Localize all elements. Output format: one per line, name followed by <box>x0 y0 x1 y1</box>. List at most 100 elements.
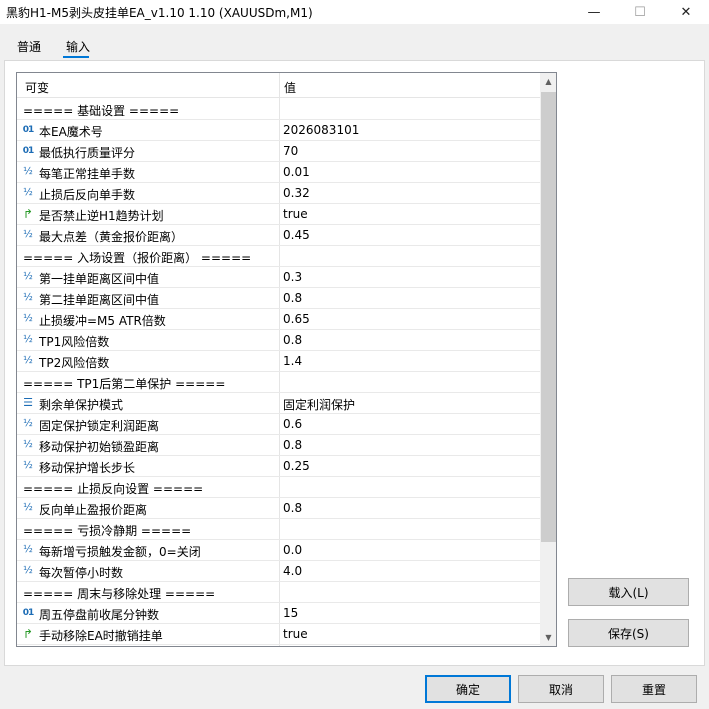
vertical-scrollbar[interactable]: ▲ ▼ <box>540 73 556 646</box>
double-type-icon: ½ <box>23 502 33 513</box>
table-row[interactable]: ½ 固定保护锁定利润距离 0.6 <box>17 414 540 435</box>
double-type-icon: ½ <box>23 166 33 177</box>
table-row[interactable]: ↱ 手动移除EA时撤销挂单 true <box>17 624 540 645</box>
table-row[interactable]: ½ 第一挂单距离区间中值 0.3 <box>17 267 540 288</box>
table-row[interactable]: ½ 每次暂停小时数 4.0 <box>17 561 540 582</box>
header-variable[interactable]: 可变 <box>25 79 49 96</box>
variable-value[interactable]: 0.3 <box>283 270 302 284</box>
boolean-type-icon: ↱ <box>22 207 34 221</box>
load-button[interactable]: 载入(L) <box>568 578 689 606</box>
section-row[interactable]: ===== 亏损冷静期 ===== <box>17 519 540 540</box>
variable-value[interactable]: 1.4 <box>283 354 302 368</box>
save-button[interactable]: 保存(S) <box>568 619 689 647</box>
maximize-icon[interactable]: ☐ <box>617 0 663 24</box>
variable-value[interactable]: 0.8 <box>283 438 302 452</box>
integer-type-icon: 01 <box>22 146 35 156</box>
table-row[interactable]: ½ 每笔正常挂单手数 0.01 <box>17 162 540 183</box>
variable-value[interactable]: 4.0 <box>283 564 302 578</box>
variable-value[interactable]: 0.45 <box>283 228 310 242</box>
cancel-button[interactable]: 取消 <box>518 675 604 703</box>
variable-name: 止损后反向单手数 <box>39 188 136 202</box>
scroll-up-icon[interactable]: ▲ <box>540 73 556 90</box>
variable-name: 固定保护锁定利润距离 <box>39 419 160 433</box>
variable-value[interactable]: 0.25 <box>283 459 310 473</box>
double-type-icon: ½ <box>23 439 33 450</box>
title-bar: 黑豹H1-M5剥头皮挂单EA_v1.10 1.10 (XAUUSDm,M1) —… <box>0 0 709 24</box>
variable-name: ===== 止损反向设置 ===== <box>23 482 204 496</box>
variable-name: 是否禁止逆H1趋势计划 <box>39 209 164 223</box>
table-row[interactable]: 01 最低执行质量评分 70 <box>17 141 540 162</box>
minimize-icon[interactable]: — <box>571 0 617 24</box>
variable-name: ===== 亏损冷静期 ===== <box>23 524 192 538</box>
variable-name: 最低执行质量评分 <box>39 146 136 160</box>
double-type-icon: ½ <box>23 187 33 198</box>
header-value[interactable]: 值 <box>284 79 296 96</box>
grid-rows: ===== 基础设置 ===== 01 本EA魔术号 2026083101 01 最低执行… <box>17 99 540 645</box>
variable-value[interactable]: 15 <box>283 606 298 620</box>
table-row[interactable]: ½ 反向单止盈报价距离 0.8 <box>17 498 540 519</box>
section-row[interactable]: ===== 止损反向设置 ===== <box>17 477 540 498</box>
variable-value[interactable]: true <box>283 207 308 221</box>
close-icon[interactable]: ✕ <box>663 0 709 24</box>
scroll-down-icon[interactable]: ▼ <box>540 629 556 646</box>
variable-value[interactable]: 0.0 <box>283 543 302 557</box>
variable-name: 每新增亏损触发金额，0=关闭 <box>39 545 201 559</box>
table-row[interactable]: ½ 第二挂单距离区间中值 0.8 <box>17 288 540 309</box>
scrollbar-thumb[interactable] <box>541 92 556 542</box>
tab-general[interactable]: 普通 <box>17 38 41 55</box>
variable-value[interactable]: 0.65 <box>283 312 310 326</box>
table-row[interactable]: ½ 移动保护增长步长 0.25 <box>17 456 540 477</box>
double-type-icon: ½ <box>23 292 33 303</box>
table-row[interactable]: ½ TP2风险倍数 1.4 <box>17 351 540 372</box>
table-row[interactable]: ½ 最大点差（黄金报价距离） 0.45 <box>17 225 540 246</box>
variable-value[interactable]: true <box>283 627 308 641</box>
table-row[interactable]: ½ 每新增亏损触发金额，0=关闭 0.0 <box>17 540 540 561</box>
boolean-type-icon: ↱ <box>22 627 34 641</box>
table-row[interactable]: ½ TP1风险倍数 0.8 <box>17 330 540 351</box>
variable-name: TP2风险倍数 <box>39 356 110 370</box>
ok-button[interactable]: 确定 <box>425 675 511 703</box>
table-row[interactable]: ½ 移动保护初始锁盈距离 0.8 <box>17 435 540 456</box>
double-type-icon: ½ <box>23 460 33 471</box>
variable-name: 每次暂停小时数 <box>39 566 124 580</box>
variable-value[interactable]: 2026083101 <box>283 123 359 137</box>
active-tab-indicator <box>63 56 89 58</box>
variable-value[interactable]: 0.8 <box>283 291 302 305</box>
tab-inputs[interactable]: 输入 <box>66 38 90 55</box>
double-type-icon: ½ <box>23 565 33 576</box>
variable-value[interactable]: 0.8 <box>283 501 302 515</box>
variable-value[interactable]: 0.8 <box>283 333 302 347</box>
variable-value[interactable]: 0.01 <box>283 165 310 179</box>
variable-name: 每笔正常挂单手数 <box>39 167 136 181</box>
double-type-icon: ½ <box>23 313 33 324</box>
variable-name: ===== 基础设置 ===== <box>23 104 180 118</box>
double-type-icon: ½ <box>23 355 33 366</box>
integer-type-icon: 01 <box>22 125 35 135</box>
reset-button[interactable]: 重置 <box>611 675 697 703</box>
section-row[interactable]: ===== 入场设置（报价距离） ===== <box>17 246 540 267</box>
variable-name: 第一挂单距离区间中值 <box>39 272 160 286</box>
section-row[interactable]: ===== 周末与移除处理 ===== <box>17 582 540 603</box>
variable-name: 移动保护增长步长 <box>39 461 136 475</box>
double-type-icon: ½ <box>23 334 33 345</box>
variable-name: 第二挂单距离区间中值 <box>39 293 160 307</box>
table-row[interactable]: 01 本EA魔术号 2026083101 <box>17 120 540 141</box>
variable-name: 剩余单保护模式 <box>39 398 124 412</box>
table-row[interactable]: ½ 止损后反向单手数 0.32 <box>17 183 540 204</box>
variable-value[interactable]: 0.32 <box>283 186 310 200</box>
variable-value[interactable]: 固定利润保护 <box>283 396 355 413</box>
section-row[interactable]: ===== 基础设置 ===== <box>17 99 540 120</box>
variable-name: 反向单止盈报价距离 <box>39 503 148 517</box>
table-row[interactable]: ½ 止损缓冲=M5 ATR倍数 0.65 <box>17 309 540 330</box>
window-title: 黑豹H1-M5剥头皮挂单EA_v1.10 1.10 (XAUUSDm,M1) <box>6 6 313 20</box>
variable-name: ===== 周末与移除处理 ===== <box>23 587 216 601</box>
variable-name: TP1风险倍数 <box>39 335 110 349</box>
table-row[interactable]: ↱ 是否禁止逆H1趋势计划 true <box>17 204 540 225</box>
table-row[interactable]: 01 周五停盘前收尾分钟数 15 <box>17 603 540 624</box>
section-row[interactable]: ===== TP1后第二单保护 ===== <box>17 372 540 393</box>
variable-value[interactable]: 70 <box>283 144 298 158</box>
table-row[interactable]: ☰ 剩余单保护模式 固定利润保护 <box>17 393 540 414</box>
integer-type-icon: 01 <box>22 608 35 618</box>
variable-name: ===== 入场设置（报价距离） ===== <box>23 251 252 265</box>
variable-value[interactable]: 0.6 <box>283 417 302 431</box>
